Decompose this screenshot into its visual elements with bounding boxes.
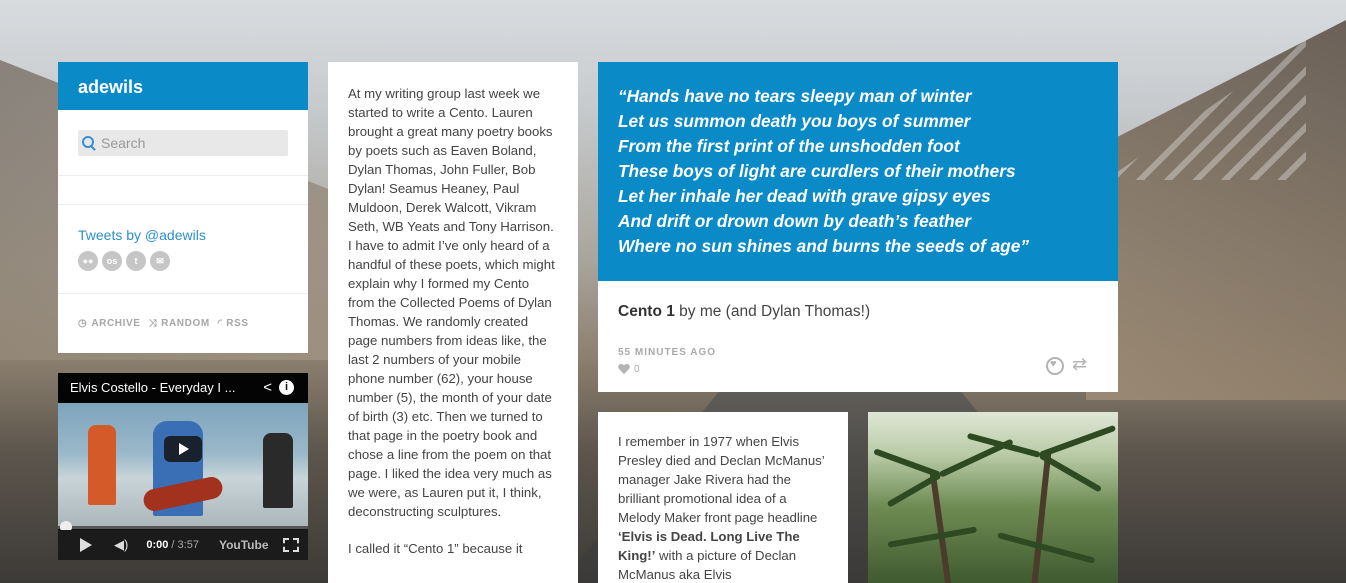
post-timestamp[interactable]: 55 MINUTES AGO — [618, 347, 716, 358]
play-icon[interactable] — [80, 538, 92, 552]
random-label: RANDOM — [161, 318, 210, 329]
mail-icon[interactable]: ✉ — [150, 251, 170, 271]
like-count: 0 — [634, 364, 640, 375]
flickr-icon[interactable]: ●● — [78, 251, 98, 271]
like-button[interactable] — [1046, 357, 1064, 375]
share-icon[interactable]: < — [263, 379, 272, 396]
source-rest: by me (and Dylan Thomas!) — [674, 303, 871, 320]
random-link[interactable]: ⤨ RANDOM — [149, 318, 210, 329]
video-figure — [263, 433, 293, 508]
notes-count[interactable]: 0 — [618, 364, 640, 375]
source-title: Cento 1 — [618, 303, 675, 320]
palm-trunk — [1030, 452, 1052, 583]
video-figure — [88, 425, 116, 505]
palm-leaf — [1038, 424, 1117, 458]
photo-post[interactable] — [868, 412, 1118, 583]
quote-source: Cento 1 by me (and Dylan Thomas!) — [618, 303, 1098, 321]
info-icon[interactable]: i — [279, 380, 294, 395]
fullscreen-icon[interactable] — [282, 538, 299, 552]
sidebar: adewils Tweets by @adewils ●● os t ✉ ◷AR… — [58, 62, 308, 353]
quote-line: “Hands have no tears sleepy man of winte… — [618, 86, 972, 106]
search-icon — [82, 136, 96, 150]
blog-title[interactable]: adewils — [58, 62, 308, 110]
palm-leaf — [997, 532, 1096, 564]
background-hill-right — [1086, 20, 1346, 400]
youtube-logo[interactable]: YouTube — [219, 538, 269, 552]
palm-leaf — [873, 448, 942, 478]
clock-icon: ◷ — [78, 318, 88, 329]
search-input[interactable] — [99, 134, 283, 152]
rss-icon: ◜ — [217, 318, 223, 329]
rss-link[interactable]: ◜ RSS — [218, 318, 249, 329]
shuffle-icon: ⤨ — [148, 318, 158, 329]
quote-line: These boys of light are curdlers of thei… — [618, 161, 1016, 181]
video-player[interactable]: Elvis Costello - Everyday I ... < i ◀) 0… — [58, 373, 308, 560]
twitter-icon[interactable]: t — [126, 251, 146, 271]
reblog-icon[interactable] — [1072, 354, 1092, 375]
background-snow — [1106, 40, 1306, 180]
video-controls: ◀) 0:00 / 3:57 YouTube — [58, 530, 308, 560]
rss-label: RSS — [226, 318, 249, 329]
lastfm-icon[interactable]: os — [102, 251, 122, 271]
divider — [58, 293, 308, 294]
quote-line: Let her inhale her dead with grave gipsy… — [618, 186, 991, 206]
post-paragraph: At my writing group last week we started… — [348, 86, 555, 519]
social-links: ●● os t ✉ — [78, 251, 288, 271]
tweets-link[interactable]: Tweets by @adewils — [78, 227, 288, 243]
divider — [58, 175, 308, 176]
quote-line: Let us summon death you boys of summer — [618, 111, 971, 131]
quote-body: “Hands have no tears sleepy man of winte… — [598, 62, 1118, 281]
palm-leaf — [887, 526, 978, 548]
elvis-text: I remember in 1977 when Elvis Presley di… — [618, 434, 825, 525]
duration: / 3:57 — [171, 539, 199, 551]
quote-post: “Hands have no tears sleepy man of winte… — [598, 62, 1118, 392]
volume-icon[interactable]: ◀) — [114, 537, 128, 553]
current-time: 0:00 — [146, 539, 169, 551]
divider — [58, 204, 308, 205]
video-progress-bar[interactable] — [58, 526, 308, 529]
text-post-elvis: I remember in 1977 when Elvis Presley di… — [598, 412, 848, 583]
video-time: 0:00 / 3:57 — [146, 539, 199, 551]
palm-trunk — [929, 472, 953, 583]
quote-line: From the first print of the unshodden fo… — [618, 136, 960, 156]
sidebar-links: ◷ ARCHIVE ⤨ RANDOM ◜ RSS — [78, 318, 288, 329]
archive-link[interactable]: ◷ ARCHIVE — [78, 318, 141, 329]
quote-line: And drift or drown down by death’s feath… — [618, 211, 971, 231]
search-box[interactable] — [78, 130, 288, 156]
text-post: At my writing group last week we started… — [328, 62, 578, 583]
play-overlay-button[interactable] — [164, 436, 202, 462]
archive-label: ARCHIVE — [91, 318, 141, 329]
post-paragraph: I remember in 1977 when Elvis Presley di… — [618, 432, 828, 583]
post-paragraph: I called it “Cento 1” because it — [348, 541, 523, 556]
heart-icon — [618, 364, 630, 375]
post-actions — [1046, 354, 1092, 375]
quote-line: Where no sun shines and burns the seeds … — [618, 236, 1029, 256]
